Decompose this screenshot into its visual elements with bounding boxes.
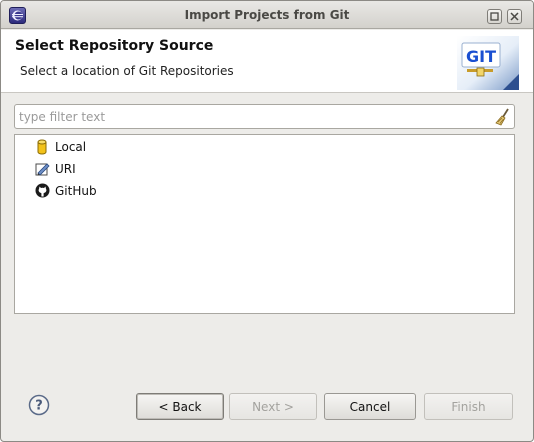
close-icon — [510, 12, 519, 21]
source-item-label: Local — [55, 140, 87, 154]
source-item-github[interactable]: GitHub — [35, 181, 235, 201]
broom-clear-icon[interactable] — [494, 108, 511, 126]
close-button[interactable] — [507, 9, 522, 24]
title-bar: Import Projects from Git — [1, 1, 533, 29]
filter-input[interactable] — [19, 108, 489, 125]
next-button[interactable]: Next > — [229, 393, 317, 420]
page-description: Select a location of Git Repositories — [20, 64, 234, 78]
window-title: Import Projects from Git — [184, 8, 350, 22]
import-wizard-window: Import Projects from Git Select Reposito… — [0, 0, 534, 442]
filter-field[interactable] — [14, 104, 515, 129]
source-item-label: URI — [55, 162, 76, 176]
repository-source-list: Local URI GitHub — [14, 134, 515, 314]
finish-button[interactable]: Finish — [424, 393, 513, 420]
source-item-uri[interactable]: URI — [35, 159, 235, 179]
source-item-local[interactable]: Local — [35, 137, 235, 157]
git-wizard-banner-icon: GIT — [457, 36, 519, 90]
back-button[interactable]: < Back — [136, 393, 224, 420]
wizard-header: Select Repository Source Select a locati… — [1, 30, 533, 93]
page-title: Select Repository Source — [15, 38, 214, 54]
repository-cylinder-icon — [37, 139, 47, 155]
cancel-button[interactable]: Cancel — [324, 393, 416, 420]
git-banner-text: GIT — [466, 47, 496, 66]
svg-text:?: ? — [35, 399, 43, 414]
help-icon[interactable]: ? — [28, 394, 50, 416]
source-item-label: GitHub — [55, 184, 97, 198]
uri-edit-icon — [35, 163, 50, 176]
maximize-button[interactable] — [487, 9, 502, 24]
github-octocat-icon — [35, 183, 50, 198]
